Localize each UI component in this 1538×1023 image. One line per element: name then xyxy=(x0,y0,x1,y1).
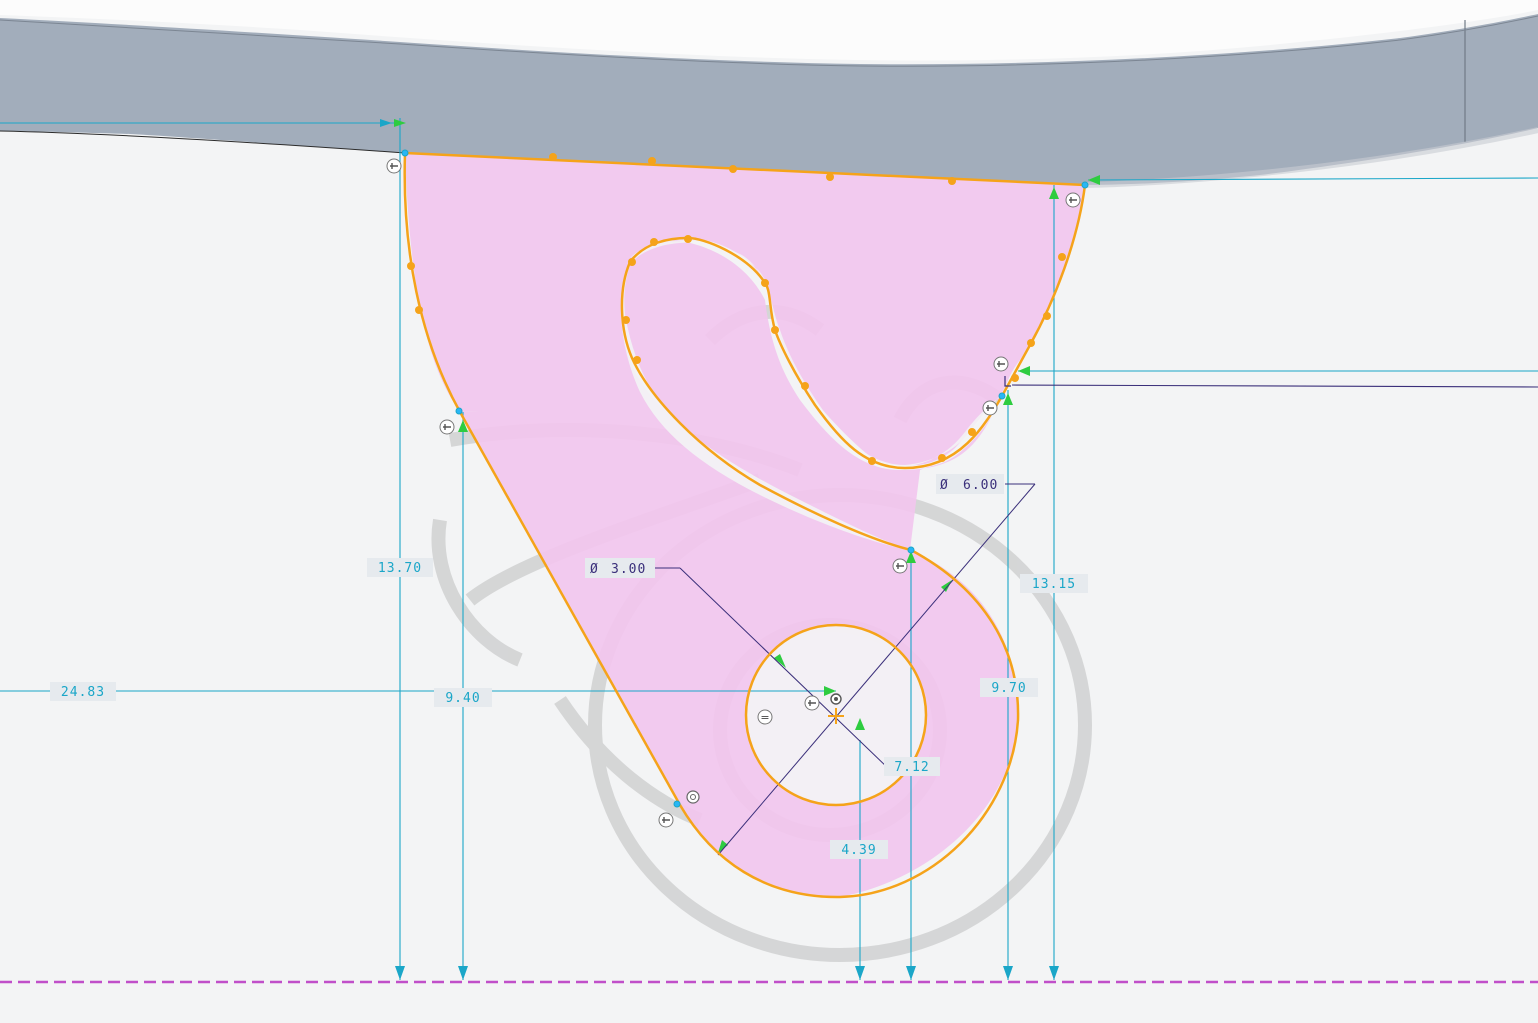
dim-9-70[interactable]: 9.70 xyxy=(980,678,1038,697)
diameter-3-00[interactable]: Ø 3.00 xyxy=(585,558,655,578)
svg-text:24.83: 24.83 xyxy=(61,685,105,700)
dim-13-70[interactable]: 13.70 xyxy=(367,558,433,577)
svg-text:Ø: Ø xyxy=(590,562,599,577)
svg-text:9.70: 9.70 xyxy=(991,681,1026,696)
tangent-icon xyxy=(386,158,402,174)
svg-text:13.15: 13.15 xyxy=(1032,577,1076,592)
svg-text:Ø: Ø xyxy=(940,478,949,493)
svg-text:6.00: 6.00 xyxy=(963,478,998,493)
sketch-canvas[interactable]: = 13.70 9.40 24.83 13.15 9.70 7.12 4.39 … xyxy=(0,0,1538,1019)
tangent-icon xyxy=(1065,192,1081,208)
diameter-6-00[interactable]: Ø 6.00 xyxy=(936,474,1004,494)
dim-7-12[interactable]: 7.12 xyxy=(884,757,940,776)
dim-9-40[interactable]: 9.40 xyxy=(434,688,492,707)
tangent-icon xyxy=(439,419,455,435)
profile-fill xyxy=(405,153,1085,898)
dim-4-39[interactable]: 4.39 xyxy=(830,840,888,859)
tangent-icon xyxy=(993,356,1009,372)
svg-text:4.39: 4.39 xyxy=(841,843,876,858)
svg-text:13.70: 13.70 xyxy=(378,561,422,576)
svg-text:=: = xyxy=(760,711,769,724)
coincident-icon xyxy=(686,790,700,804)
beam-part[interactable] xyxy=(0,0,1538,188)
dim-13-15[interactable]: 13.15 xyxy=(1020,574,1088,593)
svg-text:9.40: 9.40 xyxy=(445,691,480,706)
equal-icon: = xyxy=(757,709,773,725)
sketch-viewport[interactable]: = 13.70 9.40 24.83 13.15 9.70 7.12 4.39 … xyxy=(0,0,1538,1019)
tangent-icon xyxy=(892,558,908,574)
svg-text:7.12: 7.12 xyxy=(894,760,929,775)
center-point-icon xyxy=(830,693,842,705)
svg-text:3.00: 3.00 xyxy=(611,562,646,577)
dim-24-83[interactable]: 24.83 xyxy=(50,682,116,701)
tangent-icon xyxy=(658,812,674,828)
tangent-icon xyxy=(804,695,820,711)
tangent-icon xyxy=(982,400,998,416)
